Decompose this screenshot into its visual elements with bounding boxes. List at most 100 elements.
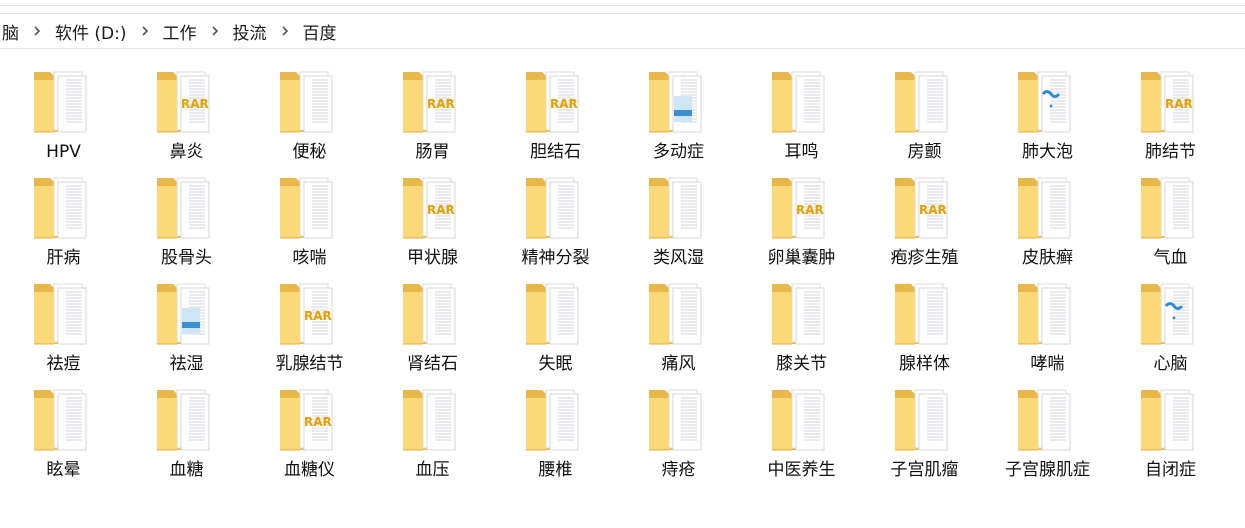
folder-item[interactable]: 中医养生 (740, 384, 863, 490)
folder-item[interactable]: 血压 (371, 384, 494, 490)
folder-label: 卵巢囊肿 (767, 248, 836, 268)
folder-label: 痔疮 (661, 460, 696, 480)
folder-label: 多动症 (653, 142, 704, 162)
folder-item[interactable]: 腰椎 (494, 384, 617, 490)
folder-icon (1139, 384, 1203, 454)
folder-label: 股骨头 (161, 248, 212, 268)
folder-label: 耳鸣 (784, 142, 819, 162)
folder-icon (1139, 278, 1203, 348)
folder-icon: RAR (278, 384, 342, 454)
breadcrumb-item[interactable]: 工作 (161, 19, 199, 44)
folder-label: 祛痘 (46, 354, 81, 374)
breadcrumb-item[interactable]: 投流 (231, 19, 269, 44)
folder-item[interactable]: 祛痘 (2, 278, 125, 384)
folder-item[interactable]: RAR 肠胃 (371, 66, 494, 172)
folder-item[interactable]: 哮喘 (986, 278, 1109, 384)
folder-item[interactable]: 肾结石 (371, 278, 494, 384)
folder-icon: RAR (401, 172, 465, 242)
folder-label: 腺样体 (899, 354, 950, 374)
folder-item[interactable]: 子宫肌瘤 (863, 384, 986, 490)
chevron-right-icon[interactable] (27, 21, 47, 41)
folder-icon (1016, 66, 1080, 136)
folder-label: 精神分裂 (521, 248, 590, 268)
breadcrumb-item[interactable]: 脑 (0, 19, 21, 44)
folder-label: 痛风 (661, 354, 696, 374)
folder-item[interactable]: RAR 甲状腺 (371, 172, 494, 278)
folder-item[interactable]: 祛湿 (125, 278, 248, 384)
folder-label: 哮喘 (1030, 354, 1065, 374)
folder-item[interactable]: 自闭症 (1109, 384, 1232, 490)
folder-item[interactable]: RAR 鼻炎 (125, 66, 248, 172)
folder-item[interactable]: 血糖 (125, 384, 248, 490)
folder-item[interactable]: RAR 疱疹生殖 (863, 172, 986, 278)
chevron-right-icon[interactable] (205, 21, 225, 41)
folder-item[interactable]: RAR 乳腺结节 (248, 278, 371, 384)
folder-item[interactable]: 多动症 (617, 66, 740, 172)
folder-icon (770, 278, 834, 348)
folder-label: 肝病 (46, 248, 81, 268)
svg-text:RAR: RAR (919, 203, 947, 217)
folder-item[interactable]: 肺大泡 (986, 66, 1109, 172)
folder-item[interactable]: 痛风 (617, 278, 740, 384)
folder-label: 腰椎 (538, 460, 573, 480)
folder-label: HPV (46, 142, 81, 162)
folder-label: 血糖仪 (284, 460, 335, 480)
folder-label: 肾结石 (407, 354, 458, 374)
folder-label: 胆结石 (530, 142, 581, 162)
folder-item[interactable]: HPV (2, 66, 125, 172)
folder-icon (278, 172, 342, 242)
folder-label: 疱疹生殖 (890, 248, 959, 268)
folder-item[interactable]: RAR 血糖仪 (248, 384, 371, 490)
folder-item[interactable]: 失眠 (494, 278, 617, 384)
folder-icon: RAR (524, 66, 588, 136)
folder-item[interactable]: 类风湿 (617, 172, 740, 278)
folder-icon (770, 66, 834, 136)
folder-icon (1016, 278, 1080, 348)
folder-label: 祛湿 (169, 354, 204, 374)
folder-icon (647, 172, 711, 242)
folder-item[interactable]: 心脑 (1109, 278, 1232, 384)
folder-item[interactable]: 膝关节 (740, 278, 863, 384)
chevron-right-icon[interactable] (135, 21, 155, 41)
folder-item[interactable]: 股骨头 (125, 172, 248, 278)
folder-item[interactable]: RAR 胆结石 (494, 66, 617, 172)
folder-item[interactable]: 皮肤癣 (986, 172, 1109, 278)
folder-item[interactable]: 子宫腺肌症 (986, 384, 1109, 490)
folder-item[interactable]: 痔疮 (617, 384, 740, 490)
folder-item[interactable]: 肝病 (2, 172, 125, 278)
folder-icon (278, 66, 342, 136)
breadcrumb-item[interactable]: 软件 (D:) (53, 19, 129, 44)
folder-item[interactable]: 眩晕 (2, 384, 125, 490)
folder-icon (524, 278, 588, 348)
folder-label: 皮肤癣 (1022, 248, 1073, 268)
folder-label: 心脑 (1153, 354, 1188, 374)
folder-label: 血压 (415, 460, 450, 480)
chevron-right-icon[interactable] (275, 21, 295, 41)
folder-icon (524, 384, 588, 454)
breadcrumb-item[interactable]: 百度 (301, 19, 339, 44)
folder-label: 中医养生 (767, 460, 836, 480)
folder-label: 自闭症 (1145, 460, 1196, 480)
folder-item[interactable]: 精神分裂 (494, 172, 617, 278)
folder-icon (32, 172, 96, 242)
folder-icon: RAR (278, 278, 342, 348)
folder-icon (155, 172, 219, 242)
svg-text:RAR: RAR (796, 203, 824, 217)
folder-item[interactable]: 便秘 (248, 66, 371, 172)
folder-item[interactable]: 咳喘 (248, 172, 371, 278)
folder-label: 鼻炎 (169, 142, 204, 162)
folder-icon (1016, 172, 1080, 242)
folder-item[interactable]: 腺样体 (863, 278, 986, 384)
folder-icon (1139, 172, 1203, 242)
folder-label: 子宫腺肌症 (1005, 460, 1090, 480)
folder-icon: RAR (770, 172, 834, 242)
folder-icon (647, 66, 711, 136)
address-bar[interactable]: 脑 软件 (D:) 工作 投流 百度 (0, 13, 1245, 49)
folder-icon: RAR (893, 172, 957, 242)
folder-item[interactable]: 耳鸣 (740, 66, 863, 172)
folder-item[interactable]: 房颤 (863, 66, 986, 172)
folder-item[interactable]: RAR 卵巢囊肿 (740, 172, 863, 278)
folder-item[interactable]: 气血 (1109, 172, 1232, 278)
folder-label: 眩晕 (46, 460, 81, 480)
folder-item[interactable]: RAR 肺结节 (1109, 66, 1232, 172)
